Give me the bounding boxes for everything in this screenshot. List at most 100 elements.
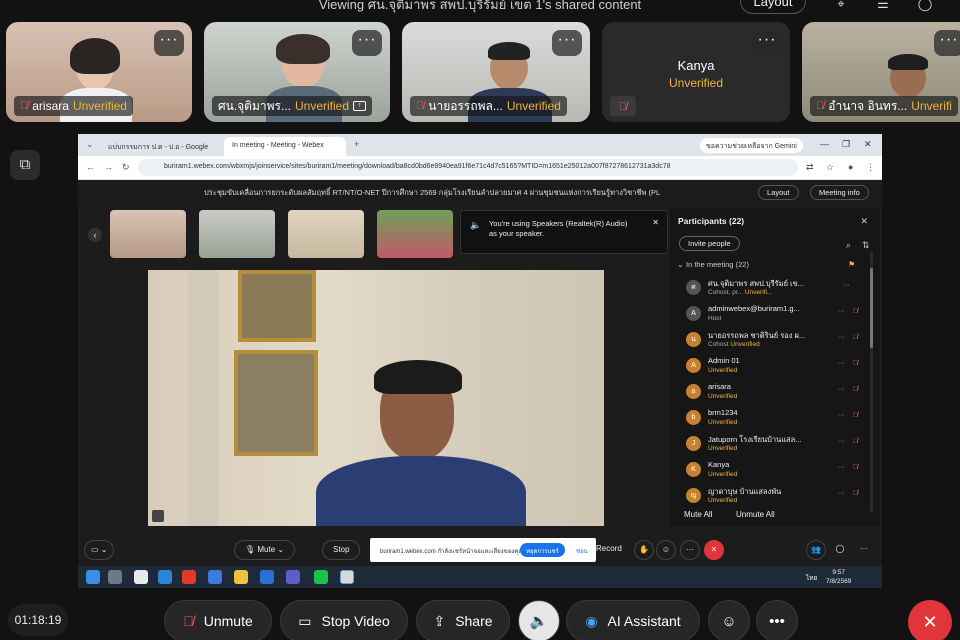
browser-tab-webex[interactable]: In meeting - Meeting - Webex	[224, 137, 346, 156]
participant-row[interactable]: ศ ศน.จุติมาพร สพป.บุรีรัมย์ เข... Cohost…	[684, 276, 872, 302]
forward-icon[interactable]: →	[104, 162, 113, 172]
participant-row[interactable]: J Jatuporn โรงเรียนบ้านแสล... Unverified…	[684, 432, 872, 458]
maximize-icon[interactable]: ❐	[842, 139, 850, 150]
more-icon[interactable]: ···	[680, 540, 700, 560]
video-tile-amnat[interactable]: ··· 🎙̸ อำนาจ อินทร... Unverifi	[802, 22, 960, 122]
participant-row[interactable]: a arisara Unverified ··· 🎙̸	[684, 380, 872, 406]
chevron-down-icon[interactable]: ⌄	[677, 260, 684, 269]
new-tab-icon[interactable]: +	[354, 139, 359, 149]
edge-browser-icon[interactable]	[158, 570, 172, 584]
webex-taskbar-icon[interactable]	[260, 570, 274, 584]
more-options-button[interactable]: ···	[552, 30, 582, 56]
search-icon[interactable]: ⌕	[846, 240, 851, 251]
location-pin-icon[interactable]: ⌖	[830, 0, 852, 11]
windows-start-icon[interactable]	[86, 570, 100, 584]
close-panel-icon[interactable]: ✕	[860, 216, 868, 227]
file-explorer-icon[interactable]	[234, 570, 248, 584]
participants-icon[interactable]: 👥	[806, 540, 826, 560]
browser-tab-google[interactable]: แบ่บกรรมการ ป.ต - ป.อ - Google	[100, 137, 220, 156]
chat-icon[interactable]: ◯	[830, 540, 850, 560]
active-browser-icon[interactable]	[340, 570, 354, 584]
close-window-icon[interactable]: ✕	[864, 139, 872, 150]
participant-row[interactable]: ญ ญาดาบุษ บ้านแสลงพัน Unverified ··· 🎙̸	[684, 484, 872, 510]
more-panels-icon[interactable]: ···	[854, 540, 874, 560]
participant-row[interactable]: A adminwebex@buriram1.g... Host ··· 🎙̸	[684, 302, 872, 328]
webex-mute-button[interactable]: 🎙 Mute ⌄	[234, 540, 296, 560]
line-app-icon[interactable]	[314, 570, 328, 584]
participants-scroll-thumb[interactable]	[870, 268, 873, 348]
mute-all-button[interactable]: Mute All	[684, 510, 712, 519]
teams-icon[interactable]	[286, 570, 300, 584]
back-icon[interactable]: ←	[86, 162, 95, 172]
translate-icon[interactable]: ⇄	[806, 162, 814, 173]
share-button[interactable]: ⇪ Share	[416, 600, 510, 640]
taskbar-search-icon[interactable]	[108, 570, 122, 584]
close-notification-icon[interactable]: ✕	[652, 218, 659, 228]
stop-sharing-button[interactable]: หยุดการแชร์	[520, 543, 565, 557]
reactions-button[interactable]: ☺	[708, 600, 750, 640]
in-meeting-group[interactable]: In the meeting (22)	[686, 260, 749, 269]
participant-actions[interactable]: ··· 🎙̸	[838, 412, 858, 419]
stop-video-button[interactable]: ▭ Stop Video	[280, 600, 408, 640]
participant-row[interactable]: b brm1234 Unverified ··· 🎙̸	[684, 406, 872, 432]
bookmark-icon[interactable]: ☆	[826, 162, 834, 173]
video-tile-presenter[interactable]: ··· ศน.จุติมาพร... Unverified ↑	[204, 22, 390, 122]
more-options-button[interactable]: ···	[934, 30, 960, 56]
input-language[interactable]: ไทย	[806, 573, 817, 583]
browser-menu-icon[interactable]: ⋮	[866, 162, 875, 173]
tab-list-icon[interactable]: ⌄	[86, 139, 94, 150]
video-tile-arisara[interactable]: ··· 🎙̸ arisara Unverified	[6, 22, 192, 122]
meeting-info-button[interactable]: Meeting info	[810, 185, 869, 200]
webex-stop-video-button[interactable]: Stop	[322, 540, 361, 560]
more-options-button[interactable]: ···	[154, 30, 184, 56]
unmute-all-button[interactable]: Unmute All	[736, 510, 775, 519]
participant-actions[interactable]: ··· 🎙̸	[838, 308, 858, 315]
video-tile-atthapon[interactable]: ··· 🎙̸ นายอรรถพล... Unverified	[402, 22, 590, 122]
participant-actions[interactable]: ··· 🎙̸	[838, 438, 858, 445]
participant-actions[interactable]: ··· 🎙̸	[838, 386, 858, 393]
thumbnail-video[interactable]	[199, 210, 275, 258]
ai-assistant-button[interactable]: ◉ AI Assistant	[566, 600, 700, 640]
app-icon[interactable]	[208, 570, 222, 584]
raise-hand-icon[interactable]: ✋	[634, 540, 654, 560]
profile-avatar-icon[interactable]: ●	[848, 162, 853, 172]
video-tile-kanya[interactable]: ··· Kanya Unverified 🎙̸	[602, 22, 790, 122]
reload-icon[interactable]: ↻	[122, 162, 130, 173]
reactions-icon[interactable]: ☺	[656, 540, 676, 560]
taskbar-clock[interactable]: 9:57 7/8/2569	[826, 568, 851, 586]
participant-actions[interactable]: ··· 🎙̸	[838, 360, 858, 367]
thumbnail-video[interactable]	[288, 210, 364, 258]
sort-icon[interactable]: ⇅	[862, 240, 870, 251]
more-options-button[interactable]: •••	[756, 600, 798, 640]
captions-button[interactable]: ▭ ⌄	[84, 540, 115, 560]
hide-notice-link[interactable]: ซ่อน	[576, 546, 588, 556]
popout-icon[interactable]: ⧉	[10, 150, 40, 180]
url-input[interactable]: buriram1.webex.com/wbxmjs/joinservice/si…	[138, 159, 798, 176]
participant-actions[interactable]: ···	[843, 282, 858, 289]
layout-button[interactable]: Layout	[740, 0, 806, 14]
mail-icon[interactable]	[134, 570, 148, 584]
chrome-taskbar-icon[interactable]	[182, 570, 196, 584]
leave-meeting-button[interactable]: ✕	[908, 600, 952, 640]
unmute-button[interactable]: 🎙̸ Unmute	[164, 600, 272, 640]
leave-meeting-icon[interactable]: ✕	[704, 540, 724, 560]
participants-list-icon[interactable]: ☰	[872, 0, 894, 11]
participant-row[interactable]: K Kanya Unverified ··· 🎙̸	[684, 458, 872, 484]
webex-layout-button[interactable]: Layout	[758, 185, 799, 200]
participant-actions[interactable]: ··· 🎙̸	[838, 464, 858, 471]
webex-meeting-header: ประชุมขับเคลื่อนการยกระดับผลสัมฤทธิ์ RT/…	[78, 180, 882, 204]
invite-people-button[interactable]: Invite people	[679, 236, 740, 251]
participant-row[interactable]: น นายอรรถพล ชาติรินย์ รอง ผ... Cohost Un…	[684, 328, 872, 354]
more-options-button[interactable]: ···	[752, 30, 782, 56]
gemini-button[interactable]: ขอความช่วยเหลือจาก Gemini	[700, 138, 803, 153]
participant-row[interactable]: A Admin 01 Unverified ··· 🎙̸	[684, 354, 872, 380]
more-options-button[interactable]: ···	[352, 30, 382, 56]
thumbnail-video[interactable]	[110, 210, 186, 258]
chat-icon[interactable]: ◯	[914, 0, 936, 11]
speaker-audio-button[interactable]: 🔈	[518, 600, 560, 640]
thumbnail-video[interactable]	[377, 210, 453, 258]
participant-actions[interactable]: ··· 🎙̸	[838, 490, 858, 497]
thumbnails-prev-icon[interactable]: ‹	[88, 228, 102, 242]
minimize-icon[interactable]: —	[820, 139, 829, 149]
participant-actions[interactable]: ··· 🎙̸	[838, 334, 858, 341]
